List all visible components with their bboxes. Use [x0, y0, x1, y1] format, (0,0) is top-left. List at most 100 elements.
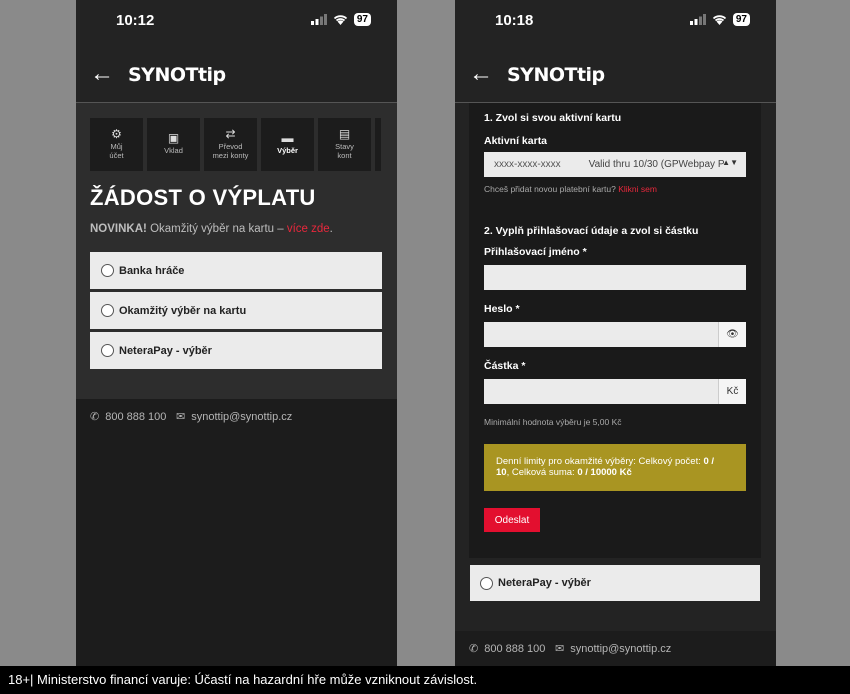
- signal-icon: [689, 14, 706, 25]
- phone-contact[interactable]: ✆ 800 888 100: [469, 642, 546, 656]
- card-number: xxxx-xxxx-xxxx: [494, 159, 561, 170]
- battery-indicator: 97: [353, 13, 371, 26]
- tab-my-account[interactable]: ⚙ Můj účet: [90, 118, 143, 171]
- synottip-logo: SYNOTtip: [507, 64, 605, 86]
- amount-label: Částka *: [484, 360, 526, 372]
- radio-button[interactable]: [101, 264, 114, 277]
- option-instant-card[interactable]: Okamžitý výběr na kartu: [90, 292, 382, 329]
- phone-contact[interactable]: ✆ 800 888 100: [90, 410, 167, 424]
- news-label: NOVINKA!: [90, 223, 147, 235]
- news-notice: NOVINKA! Okamžitý výběr na kartu – více …: [90, 223, 333, 235]
- option-label: Banka hráče: [119, 264, 185, 277]
- transfer-icon: ⇄: [225, 126, 236, 141]
- wifi-icon: [333, 15, 347, 25]
- app-bar: ← SYNOTtip: [76, 44, 397, 104]
- limits-count-max: 10: [496, 467, 507, 478]
- tab-account-states[interactable]: ▤ Stavy kont: [318, 118, 371, 171]
- password-label: Heslo *: [484, 303, 520, 315]
- limits-text: Denní limity pro okamžité výběry: Celkov…: [496, 456, 704, 467]
- gambling-warning-bar: 18+| Ministerstvo financí varuje: Účastí…: [0, 666, 850, 694]
- status-time: 10:18: [495, 12, 534, 29]
- app-bar: ← SYNOTtip: [455, 44, 776, 104]
- option-neterapay[interactable]: NeteraPay - výběr: [470, 565, 760, 601]
- page-title: ŽÁDOST O VÝPLATU: [90, 185, 316, 210]
- step2-heading: 2. Vyplň přihlašovací údaje a zvol si čá…: [484, 225, 699, 237]
- option-label: NeteraPay - výběr: [498, 577, 591, 589]
- gear-icon: ⚙: [111, 126, 122, 141]
- limits-sum: 0 / 10000 Kč: [577, 467, 632, 478]
- min-amount-hint: Minimální hodnota výběru je 5,00 Kč: [484, 417, 622, 427]
- phone-number: 800 888 100: [105, 410, 167, 423]
- add-card-link[interactable]: Klikni sem: [618, 184, 657, 194]
- footer: ✆ 800 888 100 ✉ synottip@synottip.cz: [455, 631, 776, 666]
- login-input[interactable]: [484, 265, 746, 290]
- tab-label: Stavy: [335, 141, 354, 151]
- option-label: NeteraPay - výběr: [119, 344, 212, 357]
- amount-input[interactable]: Kč: [484, 379, 746, 404]
- phone-icon: ✆: [469, 643, 479, 655]
- login-label: Přihlašovací jméno *: [484, 246, 587, 258]
- news-text: Okamžitý výběr na kartu –: [146, 223, 287, 235]
- option-neterapay[interactable]: NeteraPay - výběr: [90, 332, 382, 369]
- card-icon: ▬: [281, 131, 294, 145]
- email-contact[interactable]: ✉ synottip@synottip.cz: [176, 410, 293, 424]
- cash-icon: ▣: [167, 131, 180, 145]
- status-bar: 10:12 97: [76, 0, 397, 44]
- footer: ✆ 800 888 100 ✉ synottip@synottip.cz: [76, 399, 397, 666]
- phone-screen-left: 10:12 97 ← SYNOTtip ⚙ Můj účet ▣ Vklad ⇄…: [76, 0, 397, 666]
- eye-icon[interactable]: 👁: [718, 322, 746, 347]
- tab-label: Převod: [218, 141, 243, 151]
- tab-label: mezi konty: [212, 150, 249, 160]
- step1-heading: 1. Zvol si svou aktivní kartu: [484, 112, 622, 124]
- card-valid: Valid thru 10/30 (GPWebpay P: [588, 159, 725, 170]
- tab-label: Výběr: [277, 146, 298, 155]
- status-icons: 97: [310, 13, 371, 26]
- currency-suffix: Kč: [718, 379, 746, 404]
- tab-more[interactable]: [375, 118, 381, 171]
- limits-count: 0 /: [703, 456, 715, 467]
- account-tabs: ⚙ Můj účet ▣ Vklad ⇄ Převod mezi konty ▬…: [90, 118, 381, 171]
- tab-label: účet: [109, 150, 124, 160]
- battery-indicator: 97: [732, 13, 750, 26]
- submit-button[interactable]: Odeslat: [484, 508, 540, 532]
- tab-transfer[interactable]: ⇄ Převod mezi konty: [204, 118, 257, 171]
- phone-screen-right: 10:18 97 ← SYNOTtip 1. Zvol si svou akti…: [455, 0, 776, 666]
- signal-icon: [310, 14, 327, 25]
- tab-label: kont: [337, 150, 352, 160]
- withdrawal-content: ⚙ Můj účet ▣ Vklad ⇄ Převod mezi konty ▬…: [76, 103, 397, 399]
- tab-label: Vklad: [164, 146, 183, 155]
- option-player-bank[interactable]: Banka hráče: [90, 252, 382, 289]
- mail-icon: ✉: [555, 643, 565, 655]
- radio-button[interactable]: [101, 344, 114, 357]
- active-card-select[interactable]: xxxx-xxxx-xxxx Valid thru 10/30 (GPWebpa…: [484, 152, 746, 177]
- phone-number: 800 888 100: [484, 642, 546, 655]
- status-time: 10:12: [116, 12, 155, 29]
- limits-text: , Celková suma:: [506, 467, 578, 478]
- email-contact[interactable]: ✉ synottip@synottip.cz: [555, 642, 672, 656]
- add-card-hint: Chceš přidat novou platební kartu? Klikn…: [484, 184, 657, 194]
- mail-icon: ✉: [176, 411, 186, 423]
- active-card-label: Aktivní karta: [484, 135, 548, 147]
- email-address: synottip@synottip.cz: [570, 642, 672, 655]
- phone-icon: ✆: [90, 411, 100, 423]
- add-card-text: Chceš přidat novou platební kartu?: [484, 184, 619, 194]
- status-bar: 10:18 97: [455, 0, 776, 44]
- daily-limits-notice: Denní limity pro okamžité výběry: Celkov…: [484, 444, 746, 491]
- back-arrow-icon[interactable]: ←: [90, 62, 114, 86]
- email-address: synottip@synottip.cz: [191, 410, 293, 423]
- tab-deposit[interactable]: ▣ Vklad: [147, 118, 200, 171]
- radio-button[interactable]: [101, 304, 114, 317]
- status-icons: 97: [689, 13, 750, 26]
- password-input[interactable]: 👁: [484, 322, 746, 347]
- radio-button[interactable]: [480, 576, 493, 590]
- news-end: .: [329, 223, 333, 235]
- option-label: Okamžitý výběr na kartu: [119, 304, 247, 317]
- tab-withdrawal[interactable]: ▬ Výběr: [261, 118, 314, 171]
- news-link[interactable]: více zde: [287, 223, 330, 235]
- tab-label: Můj: [110, 141, 123, 151]
- account-state-icon: ▤: [338, 126, 351, 141]
- wifi-icon: [712, 15, 726, 25]
- card-withdrawal-form: 1. Zvol si svou aktivní kartu Aktivní ka…: [469, 103, 761, 558]
- select-arrows-icon: ▲▼: [722, 158, 738, 167]
- back-arrow-icon[interactable]: ←: [469, 62, 493, 86]
